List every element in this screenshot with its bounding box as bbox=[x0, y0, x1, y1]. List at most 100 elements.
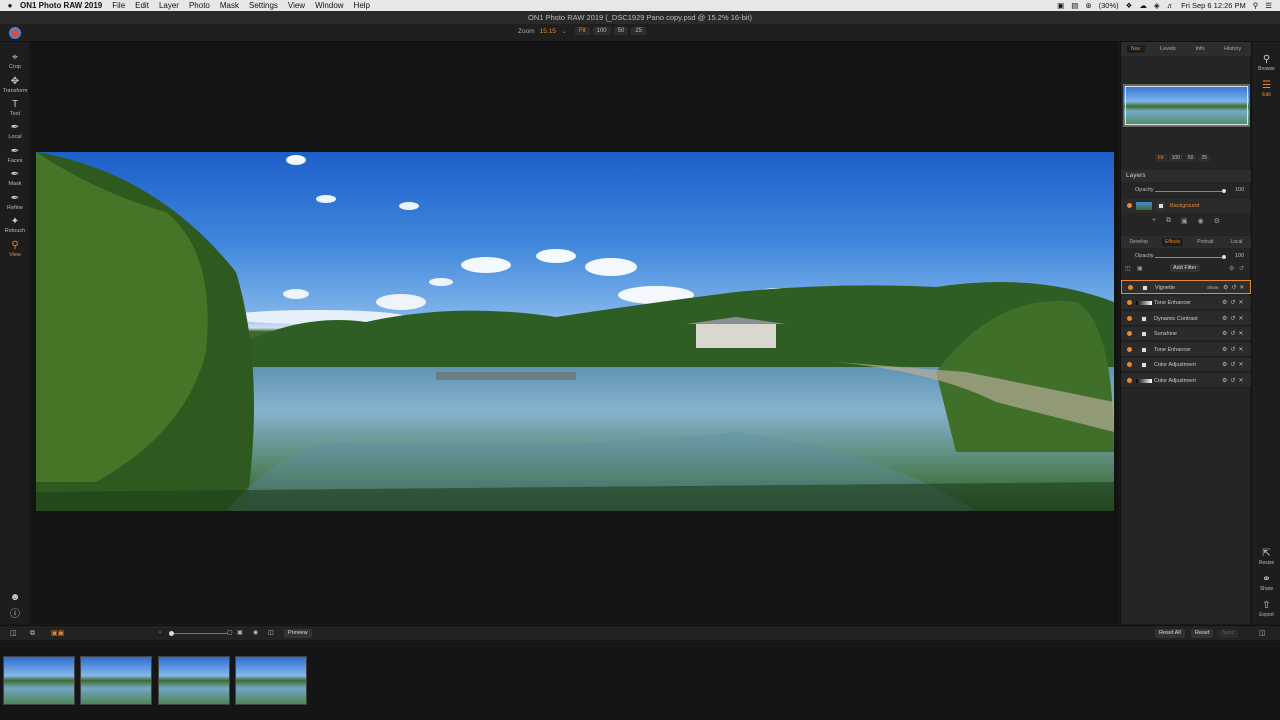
settings-icon[interactable]: ⚙ bbox=[1214, 217, 1220, 229]
sync-button[interactable]: Sync bbox=[1218, 629, 1239, 638]
filter-mask-icon[interactable] bbox=[1141, 347, 1147, 353]
tool-view[interactable]: ⚲ View bbox=[0, 240, 30, 258]
menu-mask[interactable]: Mask bbox=[220, 1, 239, 10]
dropbox-icon[interactable]: ❖ bbox=[1126, 1, 1133, 10]
menu-photo[interactable]: Photo bbox=[189, 1, 210, 10]
large-thumb-icon[interactable]: ▢ bbox=[227, 629, 233, 638]
menu-file[interactable]: File bbox=[112, 1, 125, 10]
search-icon[interactable]: ⚲ bbox=[1253, 1, 1259, 10]
tool-retouch[interactable]: ✦ Retouch bbox=[0, 216, 30, 234]
filter-visibility-icon[interactable] bbox=[1127, 316, 1132, 321]
filter-vignette[interactable]: Vignette Show ⚙ ↺ ✕ bbox=[1121, 280, 1251, 294]
merge-layer-icon[interactable]: ▣ bbox=[1181, 217, 1188, 229]
filmstrip-thumbnail[interactable] bbox=[158, 656, 230, 705]
add-layer-icon[interactable]: + bbox=[1152, 217, 1156, 229]
visibility-dot-icon[interactable] bbox=[1127, 203, 1132, 208]
zoom-25-button[interactable]: 25 bbox=[631, 27, 646, 35]
opacity-track[interactable] bbox=[1155, 191, 1225, 192]
mask-icon[interactable]: ▣ bbox=[1137, 265, 1143, 272]
filter-show-button[interactable]: Show bbox=[1207, 285, 1218, 290]
tool-text[interactable]: T Text bbox=[0, 99, 30, 117]
tool-transform[interactable]: ✥ Transform bbox=[0, 76, 30, 94]
filmstrip-toggle-icon[interactable]: ▣▣ bbox=[51, 629, 64, 638]
filter-mask-icon[interactable] bbox=[1141, 362, 1147, 368]
navigator-preview[interactable] bbox=[1123, 84, 1250, 127]
gear-icon[interactable]: ⚙ bbox=[1222, 346, 1227, 353]
gear-icon[interactable]: ⚙ bbox=[1222, 361, 1227, 368]
mask-layer-icon[interactable]: ◉ bbox=[1198, 217, 1204, 229]
filter-dynamic-contrast[interactable]: Dynamic Contrast ⚙ ↺ ✕ bbox=[1121, 312, 1251, 326]
panel-right-toggle-icon[interactable]: ◫ bbox=[1259, 629, 1266, 638]
tab-effects[interactable]: Effects bbox=[1161, 238, 1184, 246]
reset-icon[interactable]: ↺ bbox=[1230, 299, 1235, 306]
nav-zoom-100-button[interactable]: 100 bbox=[1168, 154, 1183, 162]
module-export[interactable]: ⇧ Export bbox=[1252, 600, 1280, 618]
filter-mask-icon[interactable] bbox=[1141, 316, 1147, 322]
help-button[interactable]: ⓘ bbox=[0, 609, 30, 621]
nav-zoom-50-button[interactable]: 50 bbox=[1184, 154, 1197, 162]
mask-view-icon[interactable]: ◉ bbox=[253, 629, 258, 638]
menu-window[interactable]: Window bbox=[315, 1, 343, 10]
reset-icon[interactable]: ↺ bbox=[1230, 315, 1235, 322]
module-edit[interactable]: ☰ Edit bbox=[1252, 80, 1280, 98]
filter-mask-icon[interactable] bbox=[1142, 285, 1148, 291]
filter-visibility-icon[interactable] bbox=[1127, 331, 1132, 336]
tab-portrait[interactable]: Portrait bbox=[1194, 238, 1216, 246]
filter-color-adjustment[interactable]: Color Adjustment ⚙ ↺ ✕ bbox=[1121, 358, 1251, 372]
gear-icon[interactable]: ⚙ bbox=[1222, 330, 1227, 337]
close-icon[interactable]: ✕ bbox=[1238, 315, 1243, 322]
panorama-photo[interactable] bbox=[36, 152, 1114, 511]
auto-icon[interactable]: ▣ bbox=[237, 629, 243, 638]
filter-mask-icon[interactable] bbox=[1136, 379, 1152, 383]
module-share[interactable]: ⚭ Share bbox=[1252, 574, 1280, 592]
preview-button[interactable]: Preview bbox=[284, 629, 312, 638]
zoom-100-button[interactable]: 100 bbox=[592, 27, 611, 35]
reset-icon[interactable]: ↺ bbox=[1230, 346, 1235, 353]
module-resize[interactable]: ⇱ Resize bbox=[1252, 548, 1280, 566]
gear-icon[interactable]: ⚙ bbox=[1222, 315, 1227, 322]
navigator-viewport[interactable] bbox=[1125, 86, 1248, 125]
tab-info[interactable]: Info bbox=[1191, 45, 1208, 53]
close-icon[interactable]: ✕ bbox=[1238, 330, 1243, 337]
menu-settings[interactable]: Settings bbox=[249, 1, 278, 10]
close-icon[interactable]: ✕ bbox=[1239, 284, 1244, 291]
tab-levels[interactable]: Levels bbox=[1156, 45, 1180, 53]
small-thumb-icon[interactable]: ▫ bbox=[159, 629, 161, 638]
compare-icon[interactable]: ⧉ bbox=[30, 629, 35, 638]
nav-zoom-fit-button[interactable]: Fit bbox=[1155, 154, 1167, 162]
filmstrip-thumbnail[interactable] bbox=[80, 656, 152, 705]
zoom-value[interactable]: 15.15 bbox=[540, 28, 556, 35]
close-icon[interactable]: ✕ bbox=[1238, 377, 1243, 384]
close-icon[interactable]: ✕ bbox=[1238, 299, 1243, 306]
menu-help[interactable]: Help bbox=[354, 1, 370, 10]
tab-nav[interactable]: Nav bbox=[1126, 45, 1145, 53]
filter-color-adjustment-2[interactable]: Color Adjustment ⚙ ↺ ✕ bbox=[1121, 374, 1251, 388]
slider-knob[interactable] bbox=[169, 631, 174, 636]
cloud-icon[interactable]: ☁ bbox=[1139, 1, 1147, 10]
filter-visibility-icon[interactable] bbox=[1127, 378, 1132, 383]
reset-icon[interactable]: ↺ bbox=[1230, 361, 1235, 368]
split-view-icon[interactable]: ◫ bbox=[268, 629, 274, 638]
tool-mask[interactable]: ✒ Mask bbox=[0, 169, 30, 187]
tool-crop[interactable]: ⌖ Crop bbox=[0, 52, 30, 70]
layer-opacity-slider[interactable]: Opacity 100 bbox=[1121, 186, 1251, 196]
notification-icon[interactable]: ☰ bbox=[1265, 1, 1272, 10]
opacity-track[interactable] bbox=[1155, 257, 1225, 258]
layer-mask-icon[interactable] bbox=[1157, 202, 1165, 210]
duplicate-layer-icon[interactable]: ⧉ bbox=[1166, 217, 1171, 229]
effects-opacity-slider[interactable]: Opacity 100 bbox=[1121, 252, 1251, 262]
gear-icon[interactable]: ⚙ bbox=[1223, 284, 1228, 291]
battery-percent[interactable]: (30%) bbox=[1099, 1, 1119, 10]
reset-icon[interactable]: ↺ bbox=[1230, 330, 1235, 337]
layer-row[interactable]: Background bbox=[1121, 199, 1251, 213]
layers-header[interactable]: Layers bbox=[1121, 170, 1251, 182]
tool-local[interactable]: ✒ Local bbox=[0, 122, 30, 140]
screen-icon[interactable]: ▣ bbox=[1057, 1, 1064, 10]
menu-edit[interactable]: Edit bbox=[135, 1, 149, 10]
opacity-knob[interactable] bbox=[1222, 255, 1226, 259]
opacity-value[interactable]: 100 bbox=[1235, 187, 1244, 193]
filter-visibility-icon[interactable] bbox=[1127, 347, 1132, 352]
filter-mask-icon[interactable] bbox=[1141, 331, 1147, 337]
gear-icon[interactable]: ⚙ bbox=[1229, 265, 1234, 272]
filter-tone-enhancer-2[interactable]: Tone Enhancer ⚙ ↺ ✕ bbox=[1121, 343, 1251, 357]
